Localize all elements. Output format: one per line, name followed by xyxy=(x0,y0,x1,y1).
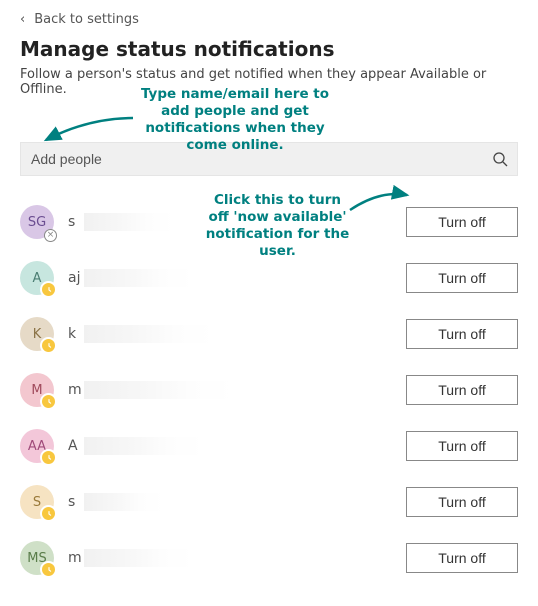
people-list: SG s Turn off Aaj Turn off Kk Turn off Mm Turn o… xyxy=(20,194,518,586)
person-name-prefix: s xyxy=(68,494,84,510)
person-row: Aaj Turn off xyxy=(20,250,518,306)
turn-off-button[interactable]: Turn off xyxy=(406,431,518,461)
turn-off-button[interactable]: Turn off xyxy=(406,375,518,405)
avatar: AA xyxy=(20,429,54,463)
redacted-name xyxy=(84,549,194,567)
search-icon xyxy=(483,151,517,167)
avatar: K xyxy=(20,317,54,351)
turn-off-button[interactable]: Turn off xyxy=(406,263,518,293)
person-row: Mm Turn off xyxy=(20,362,518,418)
turn-off-button[interactable]: Turn off xyxy=(406,319,518,349)
avatar: SG xyxy=(20,205,54,239)
person-row: Kk Turn off xyxy=(20,306,518,362)
redacted-name xyxy=(84,437,204,455)
away-presence-icon xyxy=(40,505,57,522)
person-name-prefix: m xyxy=(68,550,84,566)
person-row: Ss Turn off xyxy=(20,474,518,530)
avatar: S xyxy=(20,485,54,519)
chevron-left-icon: ‹ xyxy=(20,12,25,27)
away-presence-icon xyxy=(40,449,57,466)
person-name-prefix: m xyxy=(68,382,84,398)
avatar: M xyxy=(20,373,54,407)
person-row: SG s Turn off xyxy=(20,194,518,250)
avatar: A xyxy=(20,261,54,295)
away-presence-icon xyxy=(40,337,57,354)
person-name-prefix: s xyxy=(68,214,84,230)
person-row: MS m Turn off xyxy=(20,530,518,586)
turn-off-button[interactable]: Turn off xyxy=(406,487,518,517)
away-presence-icon xyxy=(40,561,57,578)
back-to-settings-link[interactable]: ‹ Back to settings xyxy=(20,10,518,33)
turn-off-button[interactable]: Turn off xyxy=(406,207,518,237)
add-people-input[interactable] xyxy=(21,143,483,175)
page-subtitle: Follow a person's status and get notifie… xyxy=(20,67,518,97)
offline-presence-icon xyxy=(44,229,57,242)
redacted-name xyxy=(84,213,174,231)
person-name-prefix: k xyxy=(68,326,84,342)
away-presence-icon xyxy=(40,281,57,298)
add-people-search[interactable] xyxy=(20,142,518,176)
away-presence-icon xyxy=(40,393,57,410)
redacted-name xyxy=(84,493,164,511)
turn-off-button[interactable]: Turn off xyxy=(406,543,518,573)
person-name-prefix: aj xyxy=(68,270,84,286)
page-title: Manage status notifications xyxy=(20,37,518,61)
redacted-name xyxy=(84,381,234,399)
avatar: MS xyxy=(20,541,54,575)
back-label: Back to settings xyxy=(34,12,139,27)
redacted-name xyxy=(84,269,194,287)
person-row: AAATurn off xyxy=(20,418,518,474)
redacted-name xyxy=(84,325,214,343)
person-name-prefix: A xyxy=(68,438,84,454)
